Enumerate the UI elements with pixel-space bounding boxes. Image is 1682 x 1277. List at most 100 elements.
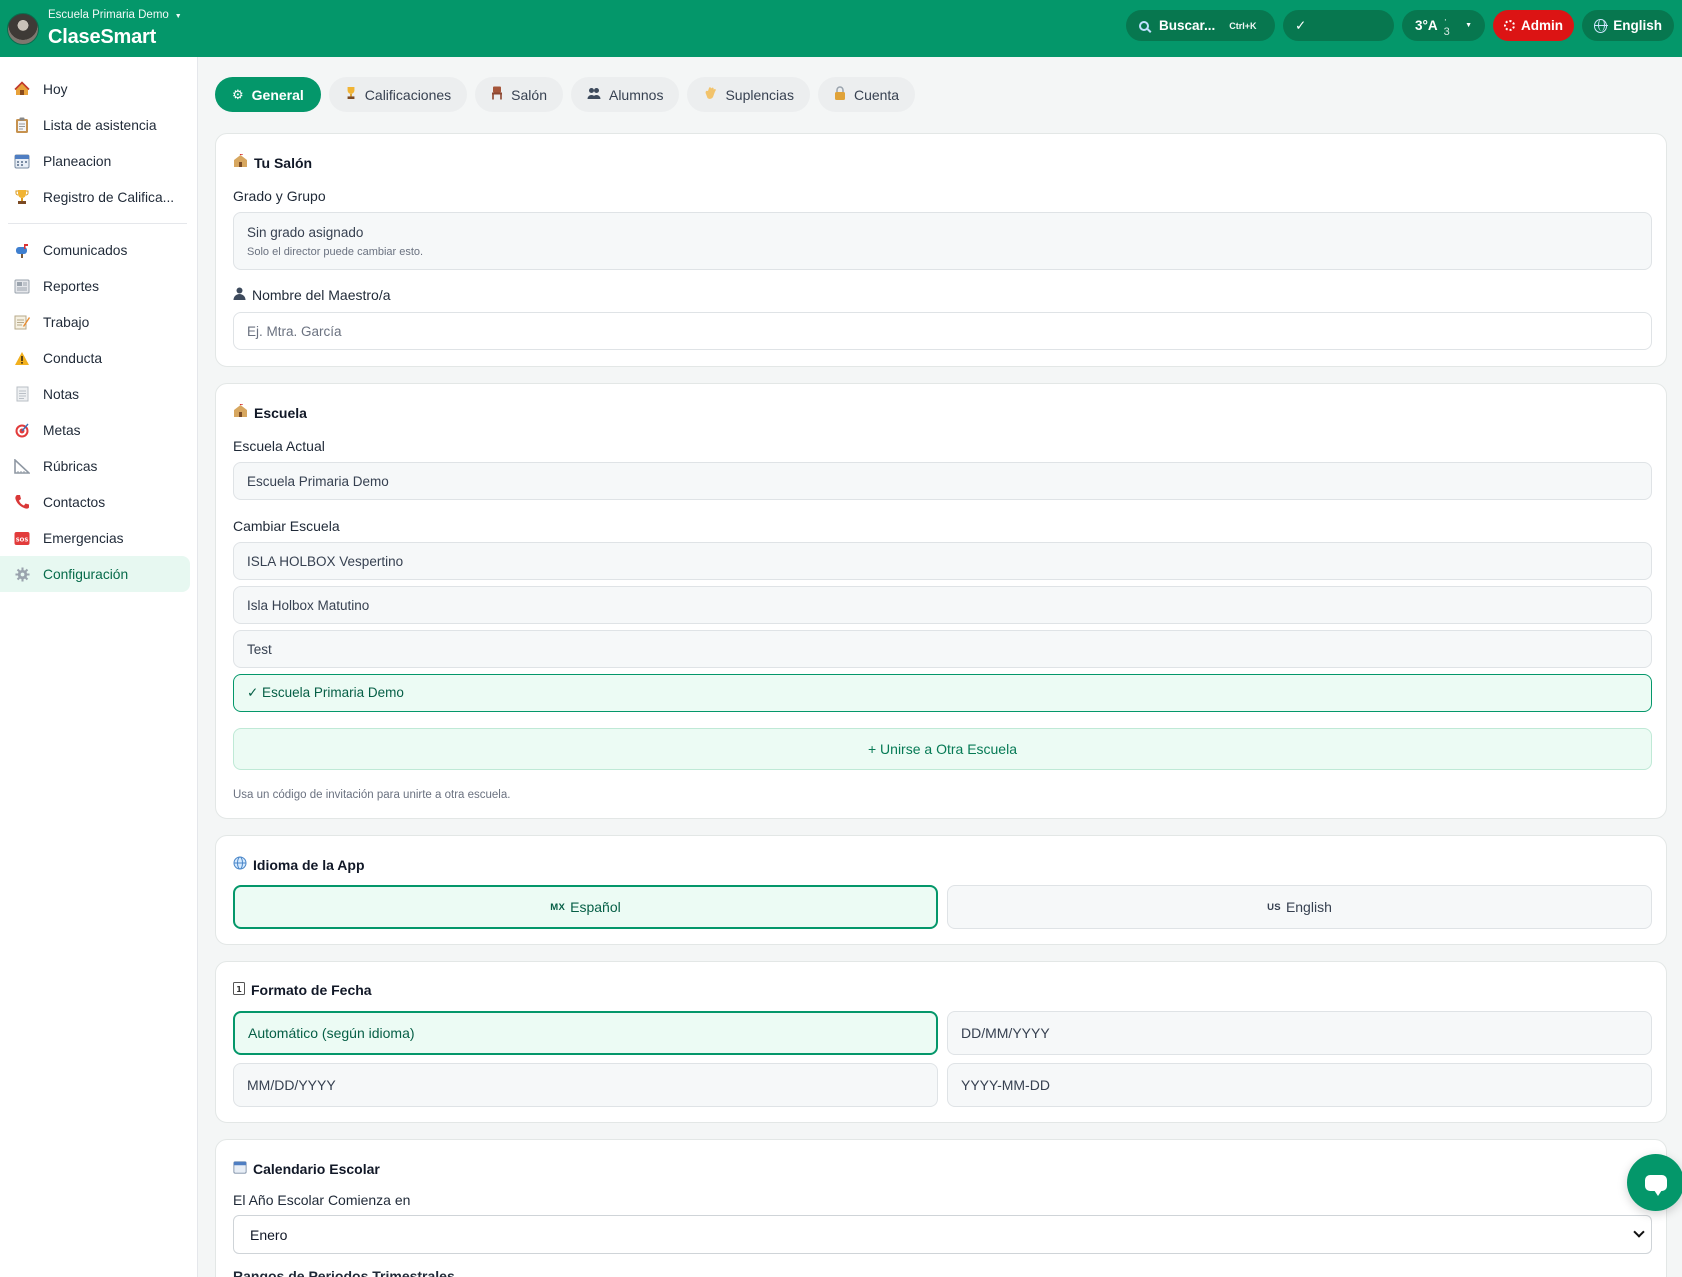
sync-status-button[interactable]: ✓	[1283, 10, 1394, 41]
tab-alumnos[interactable]: Alumnos	[570, 77, 680, 112]
sidebar-item-label: Registro de Califica...	[43, 189, 175, 205]
school-option-selected[interactable]: ✓ Escuela Primaria Demo	[233, 674, 1652, 712]
school-title-text: Escuela	[254, 404, 307, 421]
memo-icon	[13, 313, 31, 331]
school-option-label: Test	[247, 641, 272, 657]
language-option-spanish[interactable]: MX Español	[233, 885, 938, 929]
calendar-icon	[233, 1160, 247, 1177]
grade-value: Sin grado asignado	[247, 224, 364, 240]
tab-cuenta[interactable]: Cuenta	[817, 77, 916, 112]
sidebar-item-notas[interactable]: Notas	[0, 376, 189, 412]
school-icon	[233, 153, 248, 171]
tab-label: Salón	[511, 86, 547, 103]
date-format-option-label: Automático (según idioma)	[248, 1025, 415, 1041]
tab-salon[interactable]: Salón	[475, 77, 563, 112]
admin-button[interactable]: Admin	[1493, 10, 1574, 41]
chat-bubble-icon	[1644, 1174, 1667, 1196]
clipboard-icon	[13, 116, 31, 134]
grade-selector[interactable]: 3°A · 3 ▼	[1402, 10, 1485, 41]
sidebar-item-registro-de-calificaciones[interactable]: Registro de Califica...	[0, 179, 189, 215]
sidebar-item-reportes[interactable]: Reportes	[0, 268, 189, 304]
sidebar-item-planeacion[interactable]: Planeacion	[0, 143, 189, 179]
sidebar-item-label: Comunicados	[43, 242, 128, 258]
svg-text:SOS: SOS	[16, 537, 29, 543]
sidebar-item-conducta[interactable]: Conducta	[0, 340, 189, 376]
language-card: Idioma de la App MX Español US English	[215, 835, 1667, 945]
school-name: Escuela Primaria Demo	[48, 9, 169, 22]
grade-label: Grado y Grupo	[233, 188, 326, 204]
app-name: ClaseSmart	[48, 25, 157, 48]
sidebar-item-contactos[interactable]: Contactos	[0, 484, 189, 520]
trophy-icon	[13, 188, 31, 206]
sidebar-item-metas[interactable]: Metas	[0, 412, 189, 448]
search-button[interactable]: Buscar... Ctrl+K	[1126, 10, 1275, 41]
sidebar-item-label: Reportes	[43, 278, 99, 294]
sidebar-divider	[8, 223, 187, 224]
wave-hand-icon	[703, 86, 717, 103]
tab-calificaciones[interactable]: Calificaciones	[328, 77, 468, 112]
search-label: Buscar...	[1159, 18, 1216, 33]
avatar[interactable]	[7, 12, 39, 45]
school-option[interactable]: Isla Holbox Matutino	[233, 586, 1652, 624]
chat-button[interactable]	[1627, 1154, 1682, 1211]
tab-label: Calificaciones	[364, 86, 452, 103]
sidebar-item-configuracion[interactable]: Configuración	[0, 556, 190, 592]
date-format-option-mmddyyyy[interactable]: MM/DD/YYYY	[233, 1063, 938, 1107]
school-switcher[interactable]: Escuela Primaria Demo ▼	[48, 10, 182, 22]
brand[interactable]: Escuela Primaria Demo ▼ ClaseSmart	[48, 10, 182, 47]
globe-icon	[233, 856, 247, 873]
date-format-option-ddmmyyyy[interactable]: DD/MM/YYYY	[947, 1011, 1652, 1055]
sos-icon: SOS	[13, 529, 31, 547]
sidebar-item-hoy[interactable]: Hoy	[0, 71, 189, 107]
sidebar-item-rubricas[interactable]: Rúbricas	[0, 448, 189, 484]
language-option-label: English	[1285, 899, 1332, 915]
date-format-option-yyyymmdd[interactable]: YYYY-MM-DD	[947, 1063, 1652, 1107]
join-school-hint: Usa un código de invitación para unirte …	[233, 789, 511, 801]
admin-label: Admin	[1521, 18, 1563, 33]
date-format-title-text: Formato de Fecha	[251, 982, 372, 998]
tab-label: Cuenta	[853, 86, 900, 103]
person-icon	[233, 287, 246, 303]
school-option-label: ISLA HOLBOX Vespertino	[247, 553, 404, 569]
teacher-name-input[interactable]: Ej. Mtra. García	[233, 312, 1652, 350]
sidebar-item-comunicados[interactable]: Comunicados	[0, 232, 189, 268]
year-start-select[interactable]: Enero	[233, 1215, 1652, 1254]
school-option-label: ✓ Escuela Primaria Demo	[247, 685, 404, 700]
sidebar-item-label: Planeacion	[43, 153, 112, 169]
date-format-option-label: DD/MM/YYYY	[961, 1025, 1050, 1041]
school-card: Escuela Escuela Actual Escuela Primaria …	[215, 383, 1667, 819]
teacher-label-text: Nombre del Maestro/a	[252, 287, 391, 303]
search-shortcut: Ctrl+K	[1229, 20, 1257, 31]
current-school-label: Escuela Actual	[233, 438, 325, 454]
join-school-button[interactable]: + Unirse a Otra Escuela	[233, 728, 1652, 770]
tab-suplencias[interactable]: Suplencias	[687, 77, 810, 112]
sidebar-item-trabajo[interactable]: Trabajo	[0, 304, 189, 340]
teacher-label: Nombre del Maestro/a	[233, 287, 391, 303]
year-start-value: Enero	[250, 1226, 288, 1243]
language-toggle-button[interactable]: English	[1582, 10, 1674, 41]
grade-field: Sin grado asignado Solo el director pued…	[233, 212, 1652, 270]
sidebar-item-lista-de-asistencia[interactable]: Lista de asistencia	[0, 107, 189, 143]
target-icon	[13, 421, 31, 439]
language-option-english[interactable]: US English	[947, 885, 1652, 929]
sidebar-item-label: Notas	[43, 386, 80, 402]
salon-card-title: Tu Salón	[233, 153, 312, 171]
phone-icon	[13, 493, 31, 511]
school-icon	[233, 403, 248, 421]
school-option[interactable]: Test	[233, 630, 1652, 668]
date-format-card: 1 Formato de Fecha Automático (según idi…	[215, 961, 1667, 1123]
tab-label: Suplencias	[725, 86, 794, 103]
tab-label: Alumnos	[608, 86, 664, 103]
sidebar-item-emergencias[interactable]: SOS Emergencias	[0, 520, 189, 556]
caret-down-icon: ▼	[1465, 22, 1472, 29]
sidebar: Hoy Lista de asistencia Planeacion Regis…	[0, 57, 198, 1277]
tab-general[interactable]: ⚙ General	[215, 77, 321, 112]
school-option[interactable]: ISLA HOLBOX Vespertino	[233, 542, 1652, 580]
language-card-title: Idioma de la App	[233, 856, 365, 873]
grade-note: Solo el director puede cambiar esto.	[247, 245, 424, 258]
calendar-title-text: Calendario Escolar	[253, 1160, 380, 1177]
periods-label: Rangos de Periodos Trimestrales	[233, 1268, 455, 1277]
date-format-option-auto[interactable]: Automático (según idioma)	[233, 1011, 938, 1055]
change-school-label: Cambiar Escuela	[233, 518, 340, 534]
calendar-page-icon: 1	[233, 982, 245, 998]
